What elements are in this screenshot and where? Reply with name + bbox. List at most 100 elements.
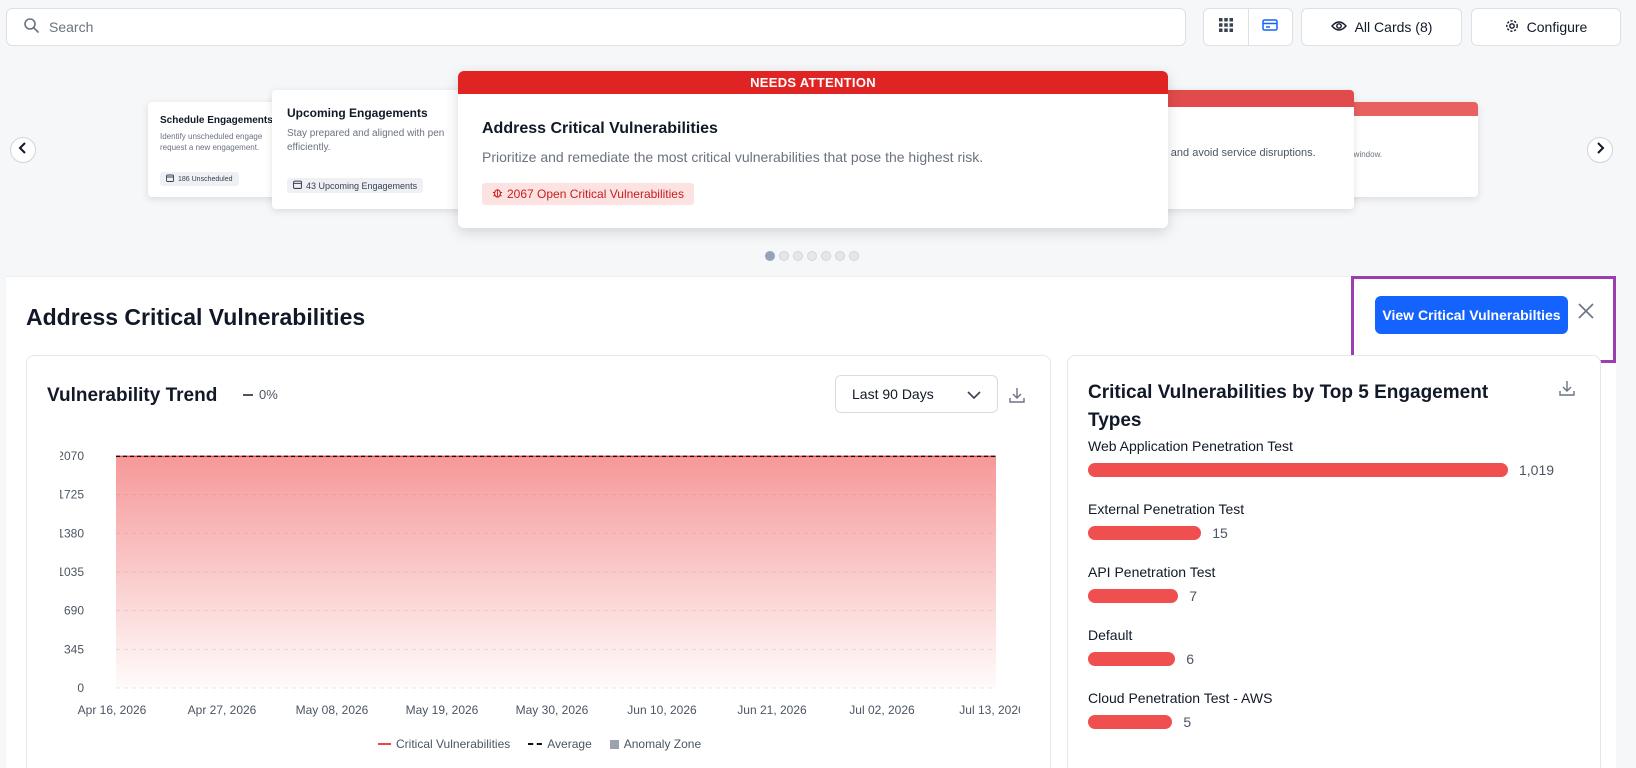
chevron-right-icon: [1595, 141, 1605, 159]
badge-label: 43 Upcoming Engagements: [306, 180, 418, 191]
status-badge: 186 Unscheduled: [160, 172, 239, 186]
page-title: Address Critical Vulnerabilities: [26, 304, 366, 330]
badge-label: 2067 Open Critical Vulnerabilities: [507, 187, 684, 201]
bar: [1088, 463, 1508, 477]
x-tick-label: Apr 16, 2026: [78, 703, 147, 717]
legend-line-dashed: [528, 743, 543, 745]
x-tick-label: Apr 27, 2026: [188, 703, 257, 717]
view-toggle: [1203, 8, 1293, 46]
legend-item-critical: Critical Vulnerabilities: [378, 737, 510, 751]
card-description-line2: request a new engagement.: [160, 143, 260, 152]
grid-view-button[interactable]: [1204, 9, 1248, 45]
card-view-icon: [1262, 18, 1278, 37]
all-cards-label: All Cards (8): [1354, 19, 1433, 35]
download-top5-button[interactable]: [1559, 380, 1575, 401]
bar-item: API Penetration Test 7: [1088, 564, 1215, 604]
carousel-dot[interactable]: [765, 251, 775, 261]
bar-value-label: 5: [1183, 714, 1192, 730]
card-title: Schedule Engagements: [160, 115, 273, 126]
legend-line-red: [378, 743, 391, 745]
carousel-dot[interactable]: [835, 251, 845, 261]
all-cards-button[interactable]: All Cards (8): [1301, 8, 1462, 46]
grid-icon: [1218, 17, 1233, 37]
view-critical-vulnerabilities-button[interactable]: View Critical Vulnerabilties: [1375, 296, 1568, 334]
bar-value-label: 1,019: [1519, 462, 1555, 478]
top5-title-line1: Critical Vulnerabilities by Top 5 Engage…: [1088, 382, 1489, 403]
bar-item: Cloud Penetration Test - AWS 5: [1088, 690, 1272, 730]
trend-change-value: 0%: [259, 387, 278, 402]
close-button[interactable]: [1578, 303, 1594, 324]
carousel-next-button[interactable]: [1587, 137, 1613, 163]
top5-title-line2: Types: [1088, 410, 1142, 431]
carousel-card-address-critical-vulnerabilities[interactable]: NEEDS ATTENTION Address Critical Vulnera…: [458, 71, 1168, 228]
range-select-value: Last 90 Days: [852, 386, 934, 402]
x-tick-label: Jul 02, 2026: [849, 703, 915, 717]
legend-label: Critical Vulnerabilities: [396, 737, 511, 751]
bar: [1088, 715, 1173, 729]
status-badge: 2067 Open Critical Vulnerabilities: [482, 183, 694, 205]
carousel-dot[interactable]: [807, 251, 817, 261]
card-description: Prioritize and remediate the most critic…: [482, 149, 984, 165]
bar-category-label: External Penetration Test: [1088, 501, 1245, 517]
download-trend-button[interactable]: [1009, 387, 1025, 408]
card-title: Address Critical Vulnerabilities: [482, 120, 718, 137]
x-tick-label: Jun 10, 2026: [627, 703, 697, 717]
card-description: ons and avoid service disruptions.: [1150, 147, 1316, 159]
card-description: Stay prepared and aligned with pen: [287, 128, 445, 139]
search-bar[interactable]: [6, 8, 1186, 46]
carousel-prev-button[interactable]: [10, 137, 36, 163]
card-title: Upcoming Engagements: [287, 106, 428, 120]
bar-row: 1,019: [1088, 462, 1554, 478]
badge-label: 186 Unscheduled: [178, 175, 233, 183]
card-view-button[interactable]: [1247, 9, 1293, 45]
download-icon: [1559, 381, 1575, 400]
bar-value-label: 7: [1189, 588, 1197, 604]
carousel-dot[interactable]: [779, 251, 789, 261]
carousel-dot[interactable]: [821, 251, 831, 261]
flat-trend-icon: [243, 393, 253, 396]
bar-value-label: 6: [1186, 651, 1195, 667]
bar-row: 6: [1088, 651, 1194, 667]
status-badge: 43 Upcoming Engagements: [287, 178, 424, 193]
download-icon: [1009, 388, 1025, 407]
y-tick-label: 0: [77, 681, 84, 695]
x-tick-label: Jun 21, 2026: [737, 703, 807, 717]
y-tick-label: 690: [64, 604, 84, 618]
x-tick-label: May 19, 2026: [406, 703, 479, 717]
bar-category-label: Web Application Penetration Test: [1088, 438, 1293, 454]
x-tick-label: May 30, 2026: [516, 703, 589, 717]
gear-icon: [1505, 19, 1519, 36]
search-input[interactable]: [49, 19, 1149, 35]
bar-row: 15: [1088, 525, 1244, 541]
bug-icon: [492, 187, 503, 201]
carousel-pagination: [765, 251, 859, 261]
carousel-dot[interactable]: [849, 251, 859, 261]
card-description-line2: efficiently.: [287, 142, 331, 153]
eye-icon: [1330, 19, 1347, 35]
carousel-dot[interactable]: [793, 251, 803, 261]
bar: [1088, 526, 1202, 540]
y-tick-label: 2070: [60, 449, 84, 463]
legend-square: [609, 739, 619, 749]
configure-button[interactable]: Configure: [1471, 8, 1621, 46]
bar-value-label: 15: [1212, 525, 1228, 541]
x-tick-label: May 08, 2026: [296, 703, 369, 717]
search-icon: [23, 17, 39, 38]
chevron-left-icon: [18, 141, 28, 159]
range-select[interactable]: Last 90 Days: [835, 375, 998, 413]
top5-title: Critical Vulnerabilities by Top 5 Engage…: [1088, 379, 1488, 435]
trend-title: Vulnerability Trend: [47, 385, 218, 406]
chart-legend: Critical Vulnerabilities Average Anomaly…: [378, 737, 701, 751]
legend-item-average: Average: [528, 737, 592, 751]
bar-row: 5: [1088, 714, 1272, 730]
trend-change: 0%: [243, 387, 278, 402]
x-tick-label: Jul 13, 2026: [959, 703, 1020, 717]
card-description: Identify unscheduled engage: [160, 132, 263, 141]
legend-item-anomaly: Anomaly Zone: [609, 737, 701, 751]
calendar-icon: [293, 180, 302, 191]
bar-item: External Penetration Test 15: [1088, 501, 1244, 541]
bar: [1088, 589, 1179, 603]
chevron-down-icon: [967, 386, 981, 402]
y-tick-label: 345: [64, 642, 84, 656]
configure-label: Configure: [1526, 19, 1588, 35]
